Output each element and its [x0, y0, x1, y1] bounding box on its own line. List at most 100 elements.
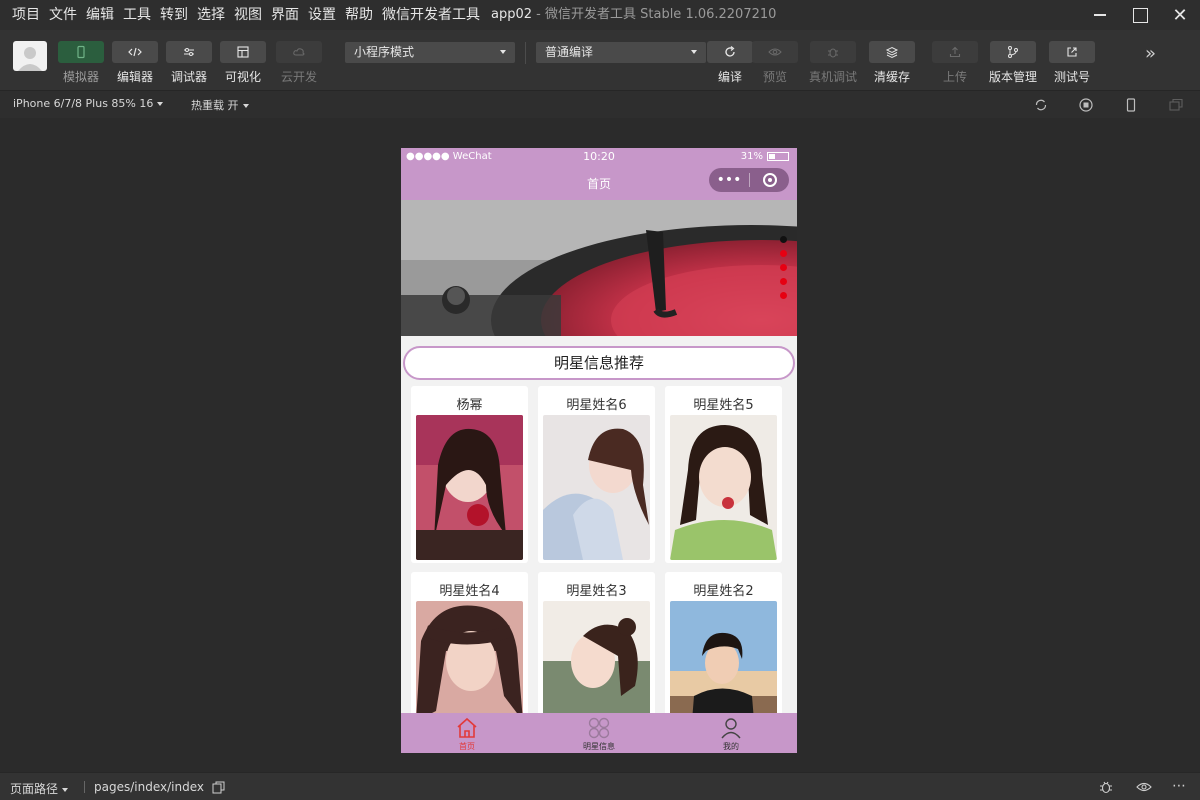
stop-icon[interactable]	[1078, 97, 1094, 113]
layout-icon	[237, 46, 249, 58]
menu-help[interactable]: 帮助	[345, 0, 373, 30]
mode-select[interactable]: 小程序模式	[345, 42, 515, 63]
section-title: 明星信息推荐	[403, 346, 795, 380]
external-link-icon	[1067, 47, 1077, 57]
bottom-status-bar: 页面路径 pages/index/index ⋯	[0, 772, 1200, 800]
menu-view[interactable]: 视图	[234, 0, 262, 30]
menu-goto[interactable]: 转到	[160, 0, 188, 30]
star-card[interactable]: 明星姓名6	[538, 386, 655, 563]
battery-indicator: 31%	[741, 151, 789, 162]
swiper-dot[interactable]	[780, 236, 787, 243]
remote-debug-button[interactable]: 真机调试	[809, 41, 857, 85]
grid-icon	[587, 717, 611, 739]
title-separator: -	[536, 7, 541, 22]
close-target-button[interactable]	[750, 173, 789, 187]
compile-select[interactable]: 普通编译	[536, 42, 706, 63]
cloud-button[interactable]: 云开发	[276, 41, 322, 85]
star-photo	[670, 415, 777, 560]
swiper-dot[interactable]	[780, 264, 787, 271]
menu-interface[interactable]: 界面	[271, 0, 299, 30]
eye-icon[interactable]	[1136, 779, 1152, 795]
menu-wechat-devtools[interactable]: 微信开发者工具	[382, 0, 480, 30]
tab-star-info[interactable]: 明星信息	[533, 713, 665, 753]
menu-file[interactable]: 文件	[49, 0, 77, 30]
layers-icon	[885, 46, 899, 59]
battery-percent: 31%	[740, 151, 763, 162]
clear-cache-button[interactable]: 清缓存	[869, 41, 915, 85]
star-name: 明星姓名6	[566, 398, 627, 413]
tab-home[interactable]: 首页	[401, 713, 533, 753]
version-label: 版本管理	[988, 70, 1037, 84]
turntable-image	[401, 200, 797, 336]
menu-settings[interactable]: 设置	[308, 0, 336, 30]
user-avatar[interactable]	[13, 41, 47, 71]
chevron-down-icon	[157, 102, 164, 106]
device-select[interactable]: iPhone 6/7/8 Plus 85% 16	[13, 97, 164, 110]
compile-select-value: 普通编译	[545, 45, 594, 59]
star-photo	[543, 415, 650, 560]
swiper-dots	[780, 236, 787, 299]
more-dots-button[interactable]: •••	[709, 168, 749, 192]
more-icon[interactable]: ⋯	[1172, 779, 1188, 795]
rotate-icon[interactable]	[1033, 97, 1049, 113]
swiper-dot[interactable]	[780, 278, 787, 285]
visual-button[interactable]: 可视化	[220, 41, 266, 85]
code-icon	[128, 47, 142, 57]
menu-edit[interactable]: 编辑	[86, 0, 114, 30]
preview-button[interactable]: 预览	[752, 41, 798, 85]
battery-icon	[767, 152, 789, 161]
debugger-button[interactable]: 调试器	[166, 41, 212, 85]
editor-button[interactable]: 编辑器	[112, 41, 158, 85]
banner-swiper[interactable]	[401, 200, 797, 336]
menu-select[interactable]: 选择	[197, 0, 225, 30]
tab-label: 首页	[459, 742, 475, 751]
swiper-dot[interactable]	[780, 250, 787, 257]
hot-reload-value: 热重载 开	[191, 99, 239, 112]
star-name: 明星姓名3	[566, 584, 627, 599]
product-name: 微信开发者工具 Stable 1.06.2207210	[545, 7, 777, 22]
chevron-down-icon	[691, 50, 697, 54]
window-title: app02 - 微信开发者工具 Stable 1.06.2207210	[491, 0, 776, 30]
tab-label: 明星信息	[583, 742, 615, 751]
chevron-down-icon	[62, 787, 69, 792]
copy-icon[interactable]	[212, 781, 225, 794]
chevron-down-icon	[500, 50, 506, 54]
maximize-button[interactable]	[1120, 0, 1160, 30]
star-name: 明星姓名2	[693, 584, 754, 599]
detach-window-icon[interactable]	[1168, 97, 1184, 113]
chevron-down-icon	[242, 104, 249, 108]
test-account-button[interactable]: 测试号	[1049, 41, 1095, 85]
remote-debug-label: 真机调试	[808, 70, 857, 84]
minimize-button[interactable]	[1080, 0, 1120, 30]
phone-status-bar: ●●●●● WeChat 10:20 31%	[401, 148, 797, 166]
swiper-dot[interactable]	[780, 292, 787, 299]
close-button[interactable]: ✕	[1160, 0, 1200, 30]
eye-icon	[768, 48, 782, 56]
upload-icon	[949, 46, 961, 58]
project-name: app02	[491, 7, 533, 22]
mini-program-capsule: •••	[709, 168, 789, 192]
simulator-subbar: iPhone 6/7/8 Plus 85% 16 热重载 开	[0, 90, 1200, 118]
page-path-select[interactable]: 页面路径	[10, 780, 69, 797]
version-button[interactable]: 版本管理	[989, 41, 1037, 85]
star-card[interactable]: 杨幂	[411, 386, 528, 563]
star-name: 明星姓名4	[439, 584, 500, 599]
clear-cache-label: 清缓存	[873, 70, 910, 84]
menu-tools[interactable]: 工具	[123, 0, 151, 30]
sliders-icon	[184, 48, 194, 56]
tab-mine[interactable]: 我的	[665, 713, 797, 753]
phone-simulator: ●●●●● WeChat 10:20 31% 首页 ••• 明星信息推荐 杨幂 …	[401, 148, 797, 753]
star-card[interactable]: 明星姓名5	[665, 386, 782, 563]
simulator-button[interactable]: 模拟器	[58, 41, 104, 85]
refresh-icon	[725, 46, 735, 57]
device-icon[interactable]	[1123, 97, 1139, 113]
hot-reload-select[interactable]: 热重载 开	[191, 97, 249, 113]
status-time: 10:20	[583, 150, 615, 163]
menu-project[interactable]: 项目	[12, 0, 40, 30]
bug-icon[interactable]	[1098, 779, 1114, 795]
window-controls: ✕	[1080, 0, 1200, 30]
cloud-icon	[293, 48, 305, 56]
upload-button[interactable]: 上传	[932, 41, 978, 85]
tab-label: 我的	[723, 742, 739, 751]
more-icon[interactable]: »	[1145, 43, 1156, 64]
